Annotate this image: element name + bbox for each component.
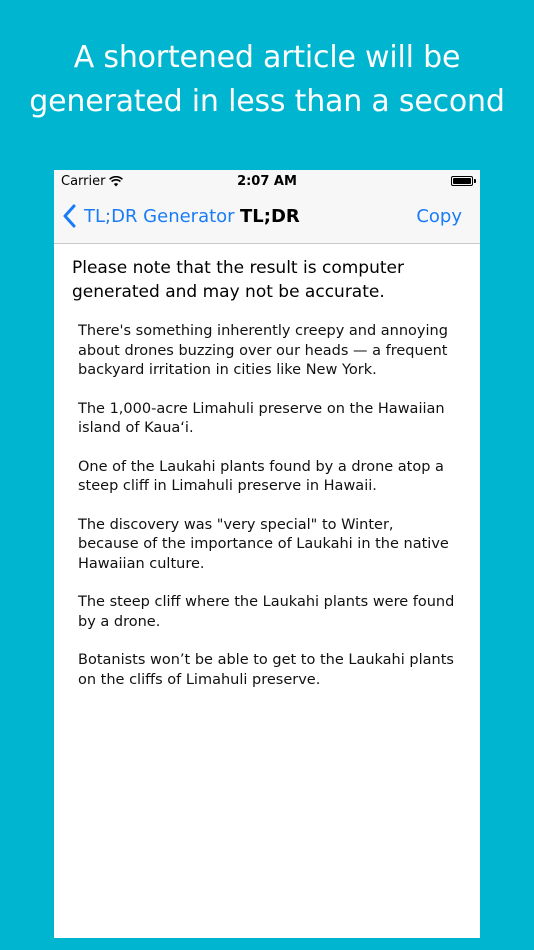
disclaimer-notice: Please note that the result is computer … — [72, 258, 404, 302]
battery-tip — [474, 179, 476, 183]
battery-icon — [451, 176, 476, 186]
chevron-left-icon — [63, 204, 76, 228]
headline-line-2: generated in less than a second — [29, 84, 505, 119]
summary-paragraph-1: There's something inherently creepy and … — [78, 323, 448, 378]
summary-paragraph-4: The discovery was "very special" to Wint… — [78, 516, 449, 572]
back-button[interactable]: TL;DR Generator — [62, 204, 235, 228]
summary-paragraph-5: The steep cliff where the Laukahi plants… — [78, 594, 455, 630]
phone-screen: Carrier 2:07 AM TL;DR Generator TL;DR Co… — [54, 170, 480, 938]
navigation-bar: TL;DR Generator TL;DR Copy — [54, 192, 480, 244]
summary-paragraph-6: Botanists won’t be able to get to the La… — [78, 652, 454, 688]
page-title: TL;DR — [240, 206, 300, 227]
status-time: 2:07 AM — [237, 174, 297, 189]
summary-paragraph-3: One of the Laukahi plants found by a dro… — [78, 458, 444, 495]
status-bar: Carrier 2:07 AM — [54, 170, 480, 192]
headline-line-1: A shortened article will be — [73, 40, 461, 75]
back-button-label: TL;DR Generator — [84, 205, 235, 227]
promo-headline: A shortened article will be generated in… — [0, 36, 534, 124]
summary-text[interactable]: There's something inherently creepy and … — [78, 322, 458, 690]
battery-fill — [453, 178, 471, 184]
copy-button[interactable]: Copy — [416, 206, 462, 227]
summary-paragraph-2: The 1,000-acre Limahuli preserve on the … — [78, 400, 445, 437]
